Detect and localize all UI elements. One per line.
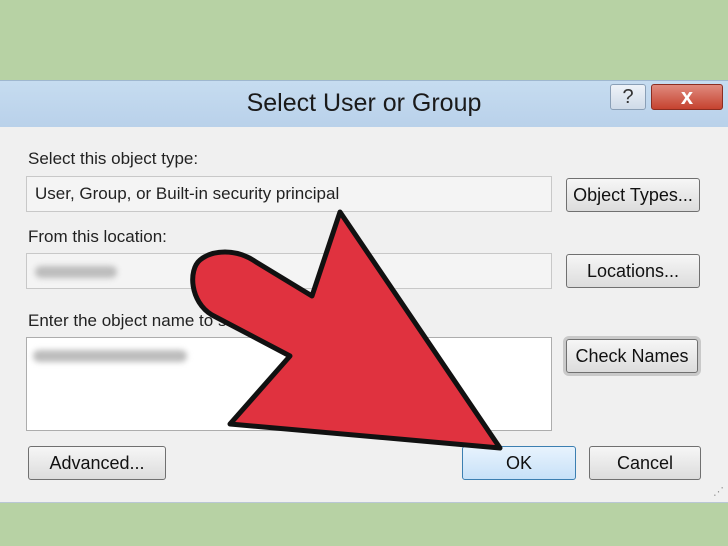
object-name-input[interactable] (26, 337, 552, 431)
object-types-button[interactable]: Object Types... (566, 178, 700, 212)
close-button[interactable]: x (651, 84, 723, 110)
advanced-button[interactable]: Advanced... (28, 446, 166, 480)
object-type-field: User, Group, or Built-in security princi… (26, 176, 552, 212)
select-user-dialog: Select User or Group ? x Select this obj… (0, 80, 728, 503)
location-field (26, 253, 552, 289)
title-bar[interactable]: Select User or Group ? x (0, 81, 728, 127)
object-name-label: Enter the object name to se (28, 311, 236, 330)
blurred-object-name-text (33, 350, 187, 362)
check-names-button[interactable]: Check Names (566, 339, 698, 373)
help-button[interactable]: ? (610, 84, 646, 110)
ok-button[interactable]: OK (462, 446, 576, 480)
location-label: From this location: (28, 227, 167, 246)
blurred-location-text (35, 265, 117, 278)
cancel-button[interactable]: Cancel (589, 446, 701, 480)
object-type-label: Select this object type: (28, 149, 199, 168)
locations-button[interactable]: Locations... (566, 254, 700, 288)
resize-grip-icon[interactable]: ⋰ (713, 485, 724, 498)
